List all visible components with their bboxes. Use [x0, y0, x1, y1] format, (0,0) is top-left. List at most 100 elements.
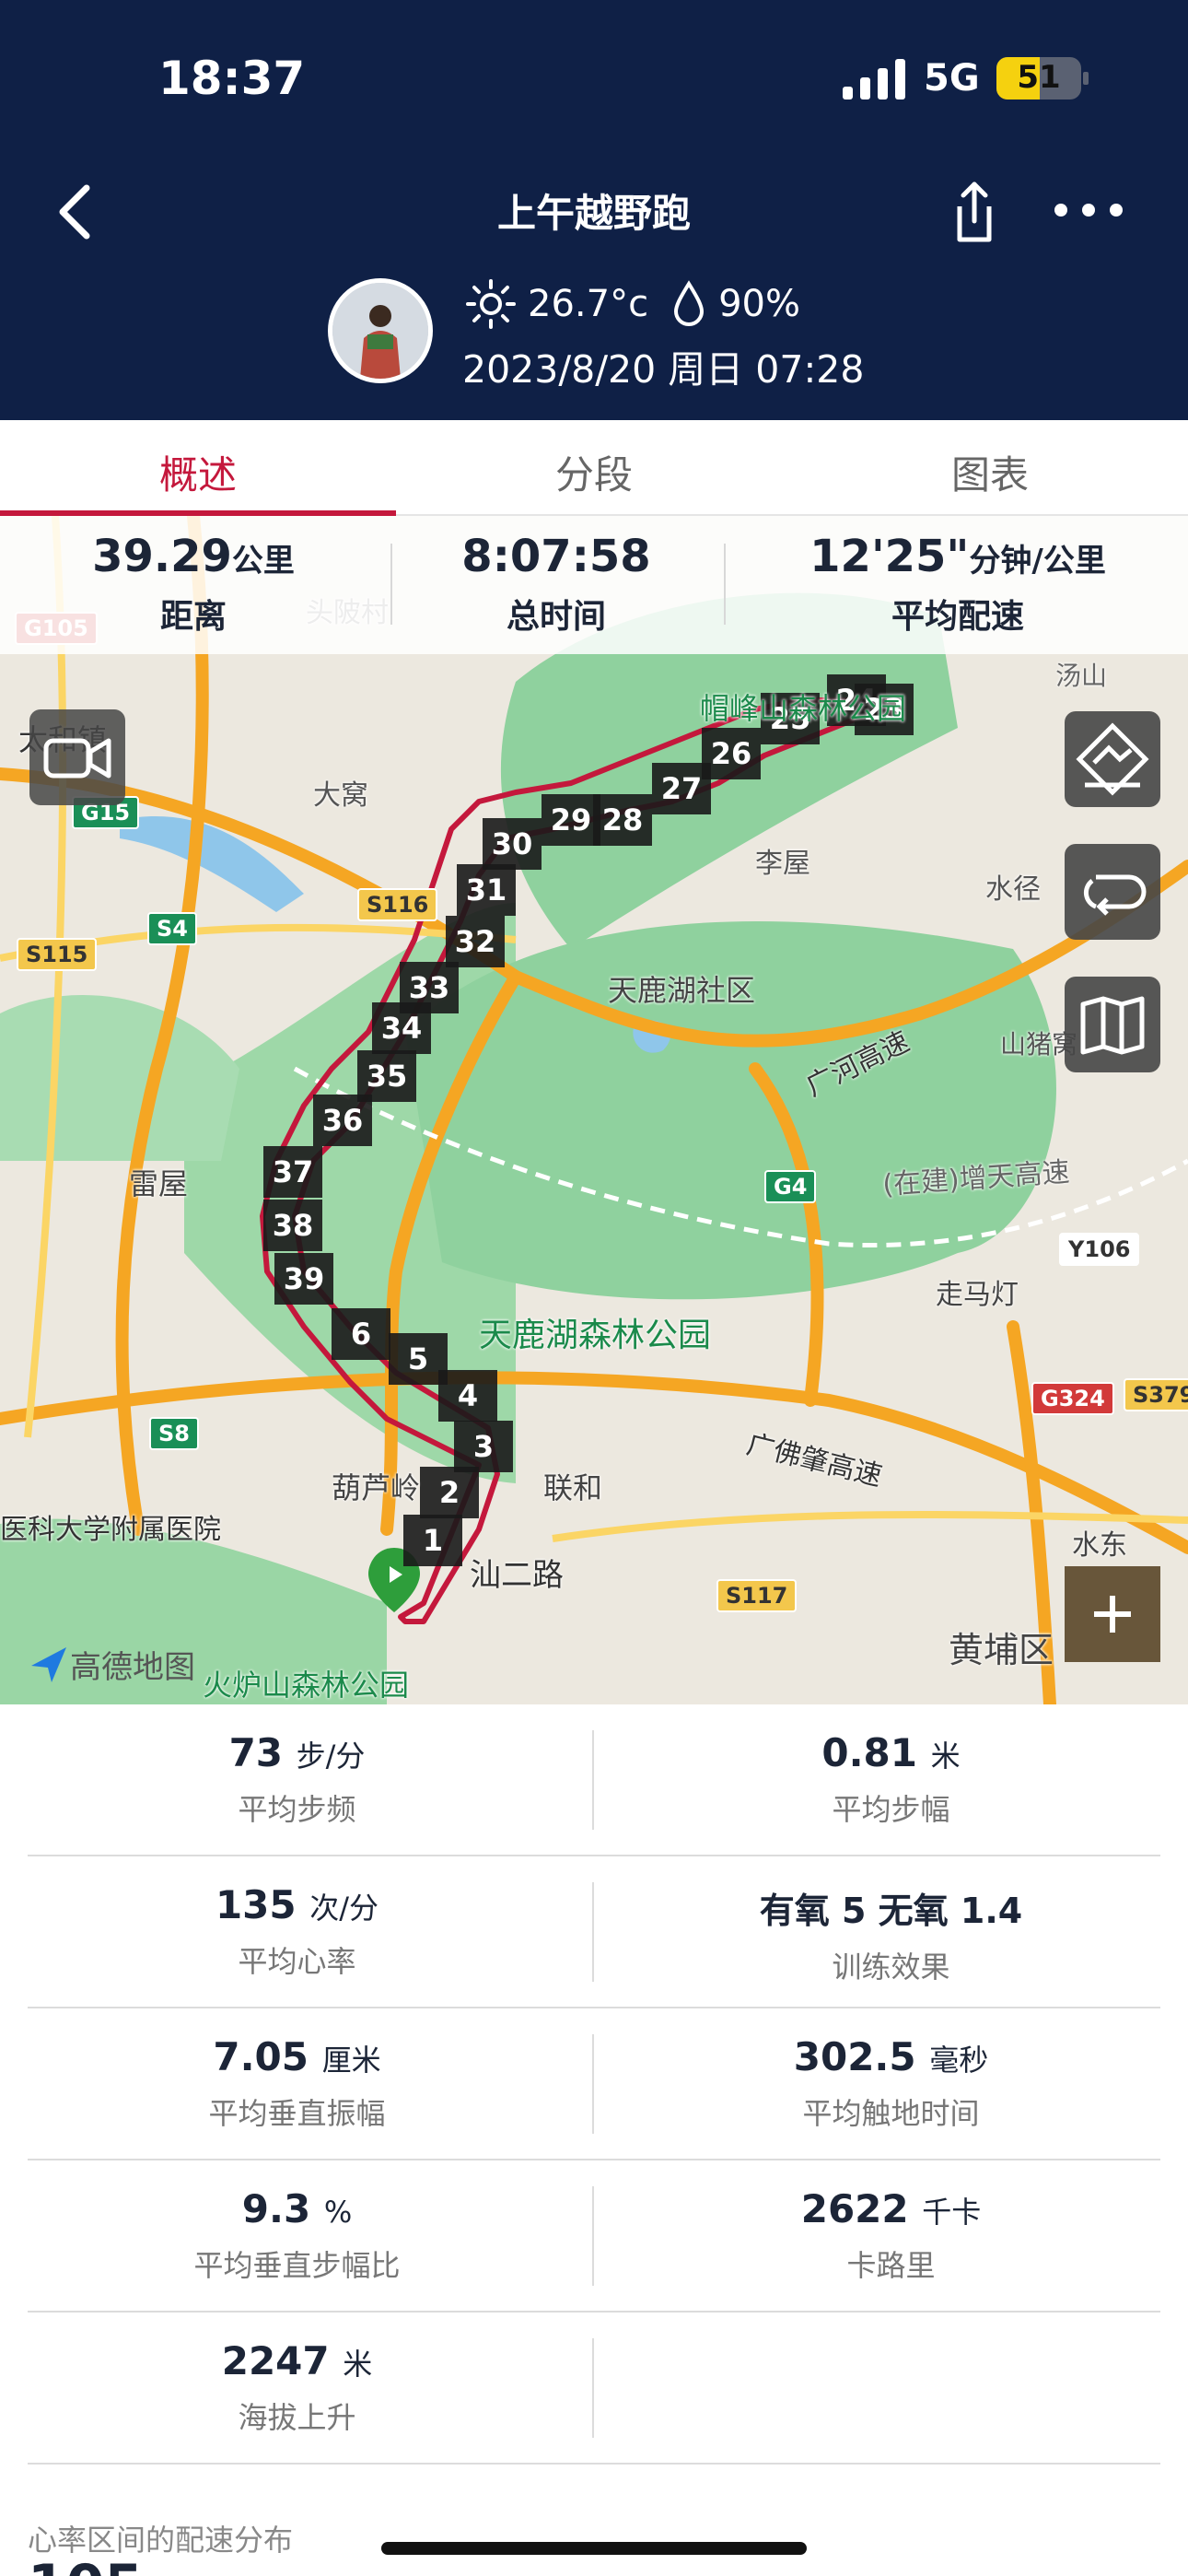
- stat-stride: 0.81 米 平均步幅: [594, 1704, 1188, 1829]
- stat-cadence: 73 步/分 平均步频: [0, 1704, 594, 1829]
- stat-label: 平均心率: [238, 1944, 356, 1979]
- map-place-label: 走马灯: [936, 1279, 1019, 1311]
- column-divider: [592, 2338, 594, 2438]
- summary-total-time: 8:07:58 总时间: [390, 531, 722, 638]
- km-marker: 37: [263, 1146, 322, 1198]
- map-provider: 高德地图: [70, 1649, 195, 1686]
- loop-route-button[interactable]: [1065, 844, 1160, 940]
- km-marker: 28: [593, 794, 652, 846]
- tab-charts[interactable]: 图表: [792, 444, 1188, 500]
- stat-unit: %: [323, 2195, 353, 2230]
- stat-unit: 米: [930, 1739, 961, 1774]
- km-marker: 31: [457, 864, 516, 916]
- map-place-label: 联和: [543, 1470, 603, 1505]
- km-marker: 33: [400, 962, 459, 1013]
- km-marker: 35: [357, 1050, 416, 1102]
- road-badge: Y106: [1059, 1233, 1140, 1266]
- summary-divider: [724, 544, 726, 625]
- stat-value: 2247: [221, 2338, 330, 2383]
- map-place-label: 葫芦岭: [332, 1470, 421, 1505]
- stat-unit: 毫秒: [929, 2043, 989, 2078]
- stat-label: 平均垂直振幅: [208, 2096, 386, 2131]
- total-time-label: 总时间: [506, 598, 606, 636]
- km-marker: 30: [483, 818, 542, 870]
- battery-nub: [1083, 72, 1089, 85]
- share-icon[interactable]: [947, 175, 1002, 249]
- km-marker: 32: [446, 916, 505, 967]
- stat-label: 训练效果: [832, 1950, 950, 1985]
- stat-value: 302.5: [793, 2034, 916, 2079]
- battery-level: 51: [1017, 59, 1061, 96]
- map-place-label: 火炉山森林公园: [203, 1668, 410, 1703]
- km-marker: 2: [420, 1467, 479, 1518]
- km-marker: 26: [702, 728, 761, 779]
- 3d-view-button[interactable]: [1065, 711, 1160, 807]
- expand-icon: [1094, 1596, 1131, 1633]
- map-style-button[interactable]: [1065, 977, 1160, 1072]
- distance-value: 39.29: [92, 531, 232, 582]
- status-time: 18:37: [158, 52, 306, 105]
- loop-icon: [1083, 874, 1147, 916]
- map-place-label: 天鹿湖社区: [608, 973, 756, 1008]
- more-options-icon[interactable]: [1052, 184, 1125, 236]
- km-marker: 3: [454, 1421, 513, 1472]
- stat-unit: 千卡: [922, 2195, 982, 2230]
- distance-unit: 公里: [231, 543, 295, 580]
- amap-logo-icon: [31, 1646, 66, 1682]
- network-type: 5G: [924, 57, 980, 100]
- map-place-label: 水径: [985, 873, 1041, 906]
- summary-distance: 39.29公里 距离: [0, 531, 387, 638]
- road-badge: S379: [1124, 1378, 1188, 1411]
- stat-value: 2622: [800, 2186, 909, 2231]
- stat-unit: 米: [343, 2347, 373, 2382]
- stat-label: 平均垂直步幅比: [193, 2248, 401, 2283]
- map-place-label: 水东: [1072, 1529, 1127, 1562]
- road-badge: S8: [149, 1417, 199, 1450]
- stat-value: 7.05: [213, 2034, 309, 2079]
- summary-avg-pace: 12'25"分钟/公里 平均配速: [728, 531, 1188, 638]
- stat-label: 海拔上升: [238, 2400, 356, 2435]
- map-attribution: 高德地图: [28, 1642, 195, 1687]
- map-place-label: 黄埔区: [949, 1630, 1054, 1670]
- route-map[interactable]: 1234563938373635343332313029282726252423…: [0, 516, 1188, 1704]
- road-badge: S116: [357, 888, 438, 921]
- humidity-drop-icon: [674, 280, 705, 326]
- home-indicator[interactable]: [381, 2542, 807, 2555]
- map-place-label: 李屋: [755, 848, 810, 880]
- km-marker: 29: [542, 794, 600, 846]
- map-place-label: 医科大学附属医院: [0, 1514, 221, 1546]
- activity-datetime: 2023/8/20 周日 07:28: [462, 347, 865, 392]
- video-replay-button[interactable]: [29, 709, 125, 805]
- map-book-icon: [1080, 996, 1145, 1055]
- page-title: 上午越野跑: [496, 191, 691, 236]
- stat-ground-contact: 302.5 毫秒 平均触地时间: [594, 2008, 1188, 2133]
- battery-icon: 51: [996, 57, 1081, 100]
- avg-pace-unit: 分钟/公里: [969, 543, 1106, 580]
- stat-label: 卡路里: [846, 2248, 936, 2283]
- video-camera-icon: [43, 738, 111, 779]
- tab-splits[interactable]: 分段: [396, 444, 792, 500]
- map-place-label: 雷屋: [129, 1166, 189, 1201]
- road-badge: S115: [17, 938, 98, 971]
- expand-map-button[interactable]: [1065, 1566, 1160, 1662]
- road-badge: G4: [764, 1170, 817, 1203]
- partial-value: 105: [28, 2558, 166, 2576]
- stats-row: 9.3 % 平均垂直步幅比 2622 千卡 卡路里: [0, 2160, 1188, 2313]
- user-avatar[interactable]: [328, 278, 433, 383]
- stat-heart-rate: 135 次/分 平均心率: [0, 1856, 594, 1981]
- stat-vertical-ratio: 9.3 % 平均垂直步幅比: [0, 2160, 594, 2285]
- map-place-label: 大窝: [313, 779, 368, 812]
- stats-row: 135 次/分 平均心率 有氧 5 无氧 1.4 训练效果: [0, 1856, 1188, 2008]
- km-marker: 38: [263, 1200, 322, 1251]
- km-marker: 1: [403, 1515, 462, 1566]
- km-marker: 5: [389, 1333, 448, 1385]
- distance-label: 距离: [159, 598, 227, 636]
- header: 18:37 5G 51 上午越野跑 26.7°c 90% 2023/8/20 周…: [0, 0, 1188, 420]
- stat-unit: 次/分: [309, 1891, 379, 1926]
- humidity: 90%: [718, 283, 800, 325]
- row-divider: [28, 2463, 1160, 2465]
- stat-elevation-gain: 2247 米 海拔上升: [0, 2313, 594, 2437]
- tab-overview[interactable]: 概述: [0, 444, 396, 500]
- stat-vertical-oscillation: 7.05 厘米 平均垂直振幅: [0, 2008, 594, 2133]
- temperature: 26.7°c: [528, 283, 649, 325]
